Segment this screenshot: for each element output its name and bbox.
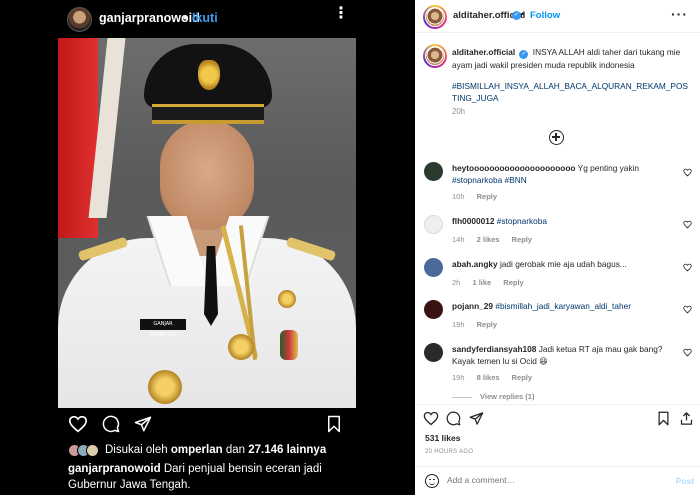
load-more-comments-icon[interactable] [549, 130, 564, 145]
liked-by-text: Disukai oleh omperlan dan 27.146 lainnya [105, 444, 326, 456]
comment-text: sandyferdiansyah108 Jadi ketua RT aja ma… [452, 343, 682, 367]
liked-count: 27.146 lainnya [248, 444, 327, 456]
share-icon[interactable] [469, 411, 484, 426]
liked-prefix: Disukai oleh [105, 444, 168, 456]
comment-text: flh0000012 #stopnarkoba [452, 215, 682, 227]
likes-count[interactable]: 531 likes [425, 433, 460, 443]
share-external-icon[interactable] [679, 411, 694, 426]
comment-meta: 19h Reply [452, 320, 507, 329]
liked-user: omperlan [170, 444, 223, 456]
left-caption: ganjarpranowoid Dari penjual bensin ecer… [68, 461, 338, 493]
left-avatar [67, 7, 92, 32]
cap-band [152, 104, 264, 124]
commenter-avatar[interactable] [424, 300, 443, 319]
verified-badge-icon: ✓ [512, 11, 521, 20]
commenter-avatar[interactable] [424, 258, 443, 277]
comments-panel: alditaher.official ✓ • Follow ··· aldita… [415, 0, 700, 495]
comment-hashtags[interactable]: #stopnarkoba [497, 216, 547, 226]
header-dot: • [521, 9, 525, 20]
caption-username[interactable]: alditaher.official [452, 47, 515, 57]
liker-avatar [86, 443, 99, 457]
comment-text: pojann_29 #bismillah_jadi_karyawan_aldi_… [452, 300, 682, 312]
left-action-bar [0, 412, 415, 438]
left-follow-label: Ikuti [192, 11, 218, 25]
comment-username[interactable]: heytooooooooooooooooooooo [452, 163, 576, 173]
emoji-icon[interactable] [425, 474, 439, 488]
face [160, 120, 254, 230]
comment-time: 19h [452, 373, 465, 382]
post-comment-button[interactable]: Post [676, 476, 694, 486]
caption-text-block: alditaher.official ✓ INSYA ALLAH aldi ta… [452, 46, 692, 71]
comment-likes[interactable]: 1 like [472, 278, 491, 287]
nameplate: GANJAR PRANOWO [140, 319, 186, 338]
commenter-avatar[interactable] [424, 343, 443, 362]
comment-body: Yg penting yakin [577, 163, 640, 173]
comment-time: 14h [452, 235, 465, 244]
comment-hashtags[interactable]: #bismillah_jadi_karyawan_aldi_taher [495, 301, 631, 311]
liked-by-row: Disukai oleh omperlan dan 27.146 lainnya [68, 442, 326, 458]
comment-meta: 2h 1 like Reply [452, 278, 534, 287]
comment-time: 19h [452, 320, 465, 329]
comment-like-heart-icon[interactable] [683, 263, 692, 272]
left-caption-user: ganjarpranowoid [68, 463, 161, 475]
comment-hashtags[interactable]: #stopnarkoba #BNN [452, 175, 527, 185]
comment-text: heytooooooooooooooooooooo Yg penting yak… [452, 162, 682, 186]
comment-like-heart-icon[interactable] [683, 168, 692, 177]
comment-likes[interactable]: 2 likes [477, 235, 500, 244]
like-heart-icon[interactable] [423, 411, 439, 426]
comment-text: abah.angky jadi gerobak mie aja udah bag… [452, 258, 682, 270]
comment-username[interactable]: pojann_29 [452, 301, 493, 311]
reply-button[interactable]: Reply [512, 235, 532, 244]
left-separator-dot: • [183, 11, 188, 25]
add-comment-bar: Post [415, 466, 700, 495]
bookmark-icon[interactable] [657, 411, 670, 426]
more-options-icon[interactable]: ··· [671, 6, 688, 22]
comment-time: 2h [452, 278, 461, 287]
caption-time: 20h [452, 107, 466, 116]
reply-button[interactable]: Reply [477, 320, 497, 329]
comment-username[interactable]: abah.angky [452, 259, 498, 269]
comment-icon[interactable] [446, 411, 461, 426]
comment-username[interactable]: sandyferdiansyah108 [452, 344, 536, 354]
comment-body: jadi gerobak mie aja udah bagus... [499, 259, 627, 269]
liked-middle: dan [225, 444, 246, 456]
view-replies-button[interactable]: View replies (1) [452, 392, 534, 401]
comment-icon [102, 415, 120, 433]
caption-avatar[interactable] [423, 44, 447, 68]
ribbon-icon [280, 330, 298, 360]
comment-meta: 14h 2 likes Reply [452, 235, 542, 244]
medal-star-icon [148, 370, 182, 404]
comment-like-heart-icon[interactable] [683, 220, 692, 229]
commenter-avatar[interactable] [424, 162, 443, 181]
header-avatar[interactable] [423, 5, 447, 29]
reply-button[interactable]: Reply [503, 278, 523, 287]
comment-username[interactable]: flh0000012 [452, 216, 494, 226]
comment-meta: 19h 8 likes Reply [452, 373, 542, 382]
comment-time: 10h [452, 192, 465, 201]
embedded-post-screenshot: ganjarpranowoid • Ikuti ⋮ GANJAR PRANOWO [0, 0, 415, 495]
verified-badge-icon: ✓ [519, 50, 529, 59]
reply-button[interactable]: Reply [512, 373, 532, 382]
share-icon [134, 416, 152, 432]
comment-likes[interactable]: 8 likes [477, 373, 500, 382]
post-date: 20 HOURS AGO [425, 449, 474, 455]
heart-icon [68, 415, 88, 433]
reply-button[interactable]: Reply [477, 192, 497, 201]
medal-small-icon [278, 290, 296, 308]
commenter-avatar[interactable] [424, 215, 443, 234]
bookmark-icon [328, 415, 340, 433]
post-header: alditaher.official ✓ • Follow ··· [415, 0, 700, 33]
portrait-photo: GANJAR PRANOWO [58, 38, 356, 408]
follow-button[interactable]: Follow [530, 10, 560, 21]
comment-like-heart-icon[interactable] [683, 348, 692, 357]
left-more-icon: ⋮ [333, 5, 349, 22]
garuda-badge-icon [198, 60, 220, 90]
caption-hashtags[interactable]: #BISMILLAH_INSYA_ALLAH_BACA_ALQURAN_REKA… [452, 80, 692, 104]
comment-meta: 10h Reply [452, 192, 507, 201]
medal-icon [228, 334, 254, 360]
add-comment-input[interactable] [447, 475, 647, 485]
comment-like-heart-icon[interactable] [683, 305, 692, 314]
